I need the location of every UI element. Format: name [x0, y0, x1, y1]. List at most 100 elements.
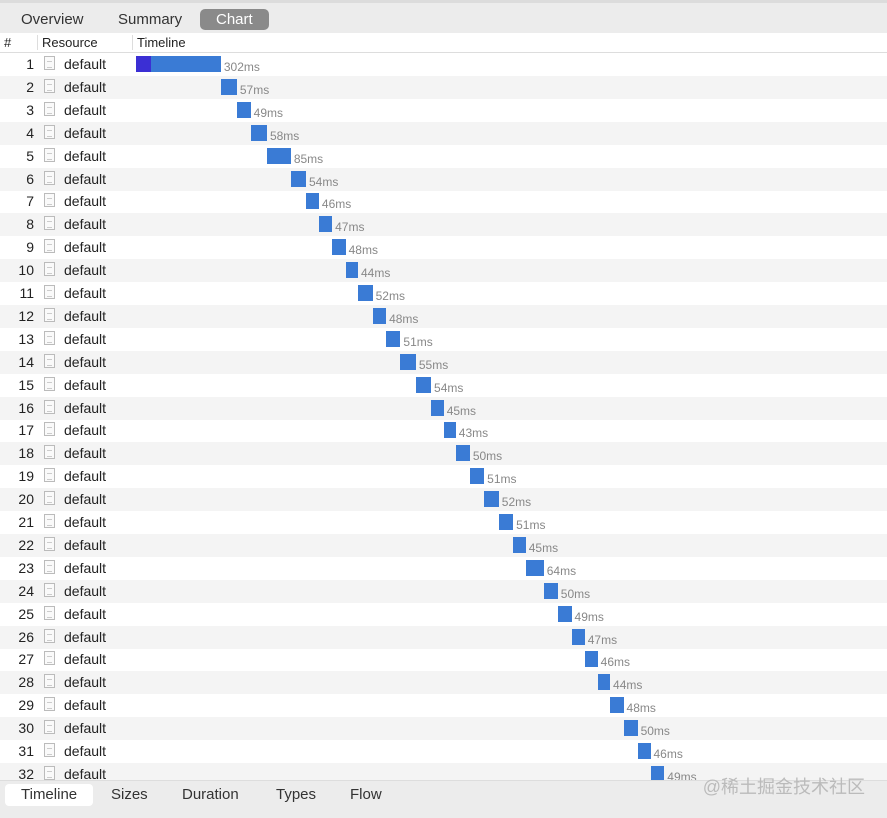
timeline-bar[interactable] — [400, 353, 416, 370]
column-header-number[interactable]: # — [0, 35, 11, 50]
tab-types[interactable]: Types — [260, 784, 332, 806]
duration-label: 47ms — [587, 632, 618, 647]
tab-duration[interactable]: Duration — [166, 784, 255, 806]
timeline-bar[interactable] — [266, 147, 291, 164]
timeline-bar[interactable] — [318, 216, 333, 233]
table-row[interactable]: 27 default 46ms — [0, 648, 887, 671]
table-row[interactable]: 28 default 44ms — [0, 671, 887, 695]
table-row[interactable]: 5 default 85ms — [0, 145, 887, 168]
timeline-bar[interactable] — [513, 536, 526, 553]
timeline-bar[interactable] — [345, 262, 358, 279]
table-row[interactable]: 3 default 49ms — [0, 99, 887, 122]
timeline-bar[interactable] — [571, 628, 585, 645]
table-row[interactable]: 29 default 48ms — [0, 694, 887, 717]
timeline-bar[interactable] — [455, 445, 470, 462]
table-row[interactable]: 16 default 45ms — [0, 396, 887, 420]
table-row[interactable]: 19 default 51ms — [0, 465, 887, 488]
timeline-bar[interactable] — [236, 101, 251, 118]
document-icon — [44, 330, 55, 345]
duration-label: 51ms — [487, 472, 517, 487]
table-row[interactable]: 2 default 57ms — [0, 75, 887, 99]
duration-label: 302ms — [223, 60, 260, 74]
table-row[interactable]: 17 default 43ms — [0, 419, 887, 442]
table-row[interactable]: 10 default 44ms — [0, 259, 887, 283]
table-row[interactable]: 31 default 46ms — [0, 740, 887, 763]
table-row[interactable]: 24 default 50ms — [0, 579, 887, 603]
row-number: 15 — [18, 376, 34, 393]
table-row[interactable]: 21 default 51ms — [0, 511, 887, 534]
table-header: # Resource Timeline — [0, 33, 887, 53]
tab-overview[interactable]: Overview — [5, 9, 100, 30]
timeline-bar[interactable] — [136, 56, 221, 72]
timeline-bar[interactable] — [332, 239, 346, 256]
timeline-bar[interactable] — [498, 514, 514, 530]
timeline-bar[interactable] — [250, 124, 267, 141]
table-row[interactable]: 9 default 48ms — [0, 236, 887, 259]
resource-table: 1 default 302ms 2 default 57ms 3 default 4… — [0, 53, 887, 780]
timeline-bar[interactable] — [584, 651, 598, 668]
timeline-bar[interactable] — [415, 376, 432, 393]
table-row[interactable]: 25 default 49ms — [0, 603, 887, 626]
duration-label: 48ms — [348, 243, 378, 258]
resource-name: default — [64, 147, 107, 164]
timeline-bar[interactable] — [443, 422, 456, 439]
table-row[interactable]: 7 default 46ms — [0, 190, 887, 213]
timeline-bar[interactable] — [220, 78, 237, 95]
resource-name: default — [64, 124, 107, 141]
timeline-bar[interactable] — [557, 605, 572, 622]
row-number: 10 — [18, 262, 34, 279]
table-row[interactable]: 6 default 54ms — [0, 167, 887, 191]
resource-name: default — [64, 193, 107, 210]
table-row[interactable]: 15 default 54ms — [0, 374, 887, 397]
document-icon — [44, 743, 55, 757]
tab-timeline[interactable]: Timeline — [5, 784, 94, 806]
document-icon — [44, 239, 55, 254]
row-number: 26 — [18, 628, 34, 645]
timeline-bar[interactable] — [469, 468, 485, 485]
tab-flow[interactable]: Flow — [334, 784, 398, 806]
document-icon — [44, 399, 55, 414]
column-header-timeline[interactable]: Timeline — [132, 35, 186, 50]
timeline-bar[interactable] — [357, 285, 373, 301]
table-row[interactable]: 30 default 50ms — [0, 717, 887, 741]
timeline-bar[interactable] — [386, 330, 401, 347]
resource-name: default — [64, 491, 107, 508]
column-header-resource[interactable]: Resource — [37, 35, 98, 50]
table-row[interactable]: 13 default 51ms — [0, 328, 887, 351]
table-row[interactable]: 12 default 48ms — [0, 304, 887, 328]
timeline-bar[interactable] — [525, 559, 544, 576]
table-row[interactable]: 14 default 55ms — [0, 350, 887, 374]
timeline-bar[interactable] — [650, 765, 665, 780]
duration-label: 46ms — [321, 197, 352, 212]
timeline-bar[interactable] — [306, 193, 319, 210]
timeline-bar[interactable] — [610, 697, 624, 714]
timeline-bar[interactable] — [623, 720, 638, 737]
table-row[interactable]: 4 default 58ms — [0, 121, 887, 145]
timeline-bar[interactable] — [543, 582, 558, 599]
table-row[interactable]: 18 default 50ms — [0, 442, 887, 466]
table-row[interactable]: 22 default 45ms — [0, 533, 887, 557]
table-row[interactable]: 20 default 52ms — [0, 488, 887, 512]
tab-sizes[interactable]: Sizes — [95, 784, 164, 806]
row-number: 25 — [18, 605, 34, 622]
row-number: 30 — [18, 720, 34, 737]
table-row[interactable]: 23 default 64ms — [0, 557, 887, 580]
document-icon — [44, 285, 55, 299]
row-number: 14 — [18, 353, 34, 370]
table-row[interactable]: 8 default 47ms — [0, 213, 887, 237]
document-icon — [44, 651, 55, 666]
timeline-bar[interactable] — [431, 399, 444, 416]
duration-label: 48ms — [389, 311, 419, 326]
table-row[interactable]: 26 default 47ms — [0, 625, 887, 649]
timeline-bar[interactable] — [637, 743, 651, 759]
table-row[interactable]: 1 default 302ms — [0, 53, 887, 76]
tab-chart[interactable]: Chart — [200, 9, 269, 30]
timeline-bar[interactable] — [290, 170, 306, 187]
document-icon — [44, 582, 55, 597]
timeline-bar[interactable] — [372, 307, 387, 324]
table-row[interactable]: 11 default 52ms — [0, 282, 887, 305]
timeline-bar[interactable] — [597, 674, 611, 691]
tab-summary[interactable]: Summary — [102, 9, 198, 30]
top-tab-bar: Overview Summary Chart — [0, 0, 887, 33]
timeline-bar[interactable] — [484, 491, 499, 508]
